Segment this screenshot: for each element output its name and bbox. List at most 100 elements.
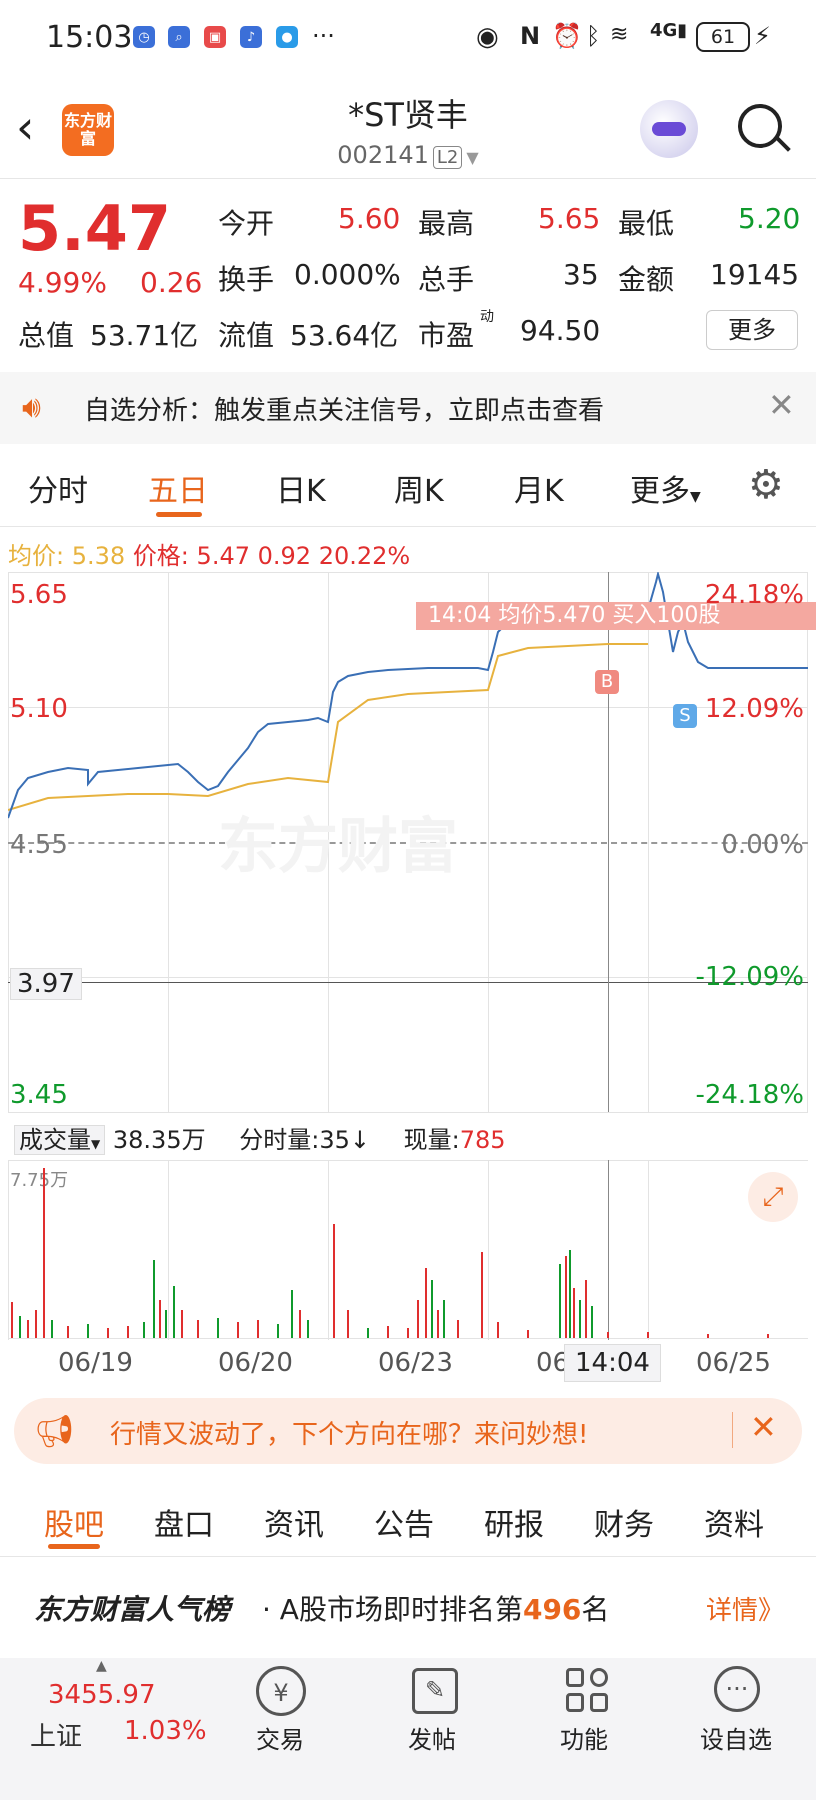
nfc-icon: N (520, 22, 541, 50)
high-value: 5.65 (538, 202, 601, 235)
more-button[interactable]: 更多 (706, 310, 798, 350)
index-change[interactable]: 1.03% (124, 1716, 207, 1746)
avg-value: 5.38 (71, 542, 126, 570)
close-icon[interactable]: ✕ (768, 386, 795, 424)
tab-more-label: 更多 (630, 474, 690, 509)
active-tab-indicator (156, 512, 202, 517)
price-label: 价格: (132, 542, 189, 570)
volume-total: 38.35万 (112, 1126, 206, 1154)
x-label-1: 06/19 (58, 1348, 133, 1378)
low-label: 最低 (618, 207, 675, 240)
now-volume: 785 (459, 1126, 506, 1154)
nav-functions[interactable]: 功能 (560, 1720, 608, 1755)
volume-bars (11, 1168, 769, 1338)
promo-banner[interactable]: 📢︎ 行情又波动了，下个方向在哪？来问妙想! ✕ (14, 1398, 802, 1464)
notify-text: 自选分析：触发重点关注信号，立即点击查看 (84, 396, 605, 426)
search-app-icon: ⌕ (168, 26, 190, 48)
y-right-4: -12.09% (695, 962, 804, 992)
y-right-3: 0.00% (721, 830, 804, 860)
y-left-5: 3.45 (10, 1080, 68, 1110)
nav-trade[interactable]: 交易 (256, 1720, 304, 1755)
battery-icon: 61 (696, 22, 750, 52)
popularity-rank[interactable]: 东方财富人气榜 · A股市场即时排名第496名 详情》 (0, 1556, 816, 1656)
y-left-2: 5.10 (10, 694, 68, 724)
index-name[interactable]: 上证 (30, 1716, 82, 1753)
rank-suffix: 名 (581, 1593, 610, 1626)
audio-app-icon: ♪ (240, 26, 262, 48)
alarm-icon: ⏰ (552, 22, 582, 50)
promo-divider (732, 1412, 733, 1448)
sell-marker[interactable]: S (673, 704, 697, 728)
float-cap: 53.64亿 (290, 319, 399, 352)
x-label-3: 06/23 (378, 1348, 453, 1378)
gear-icon[interactable]: ⚙ (748, 462, 784, 508)
pe-sup: 动 (480, 309, 494, 325)
tab-monthly-k[interactable]: 月K (514, 466, 564, 510)
turnover-label: 换手 (218, 263, 275, 296)
amount-label: 金额 (618, 263, 675, 296)
tab-research[interactable]: 研报 (484, 1500, 544, 1544)
wifi-icon: ≋ (610, 22, 629, 47)
rank-detail-link[interactable]: 详情》 (706, 1590, 784, 1627)
more-notifications: ··· (312, 22, 335, 50)
nav-post[interactable]: 发帖 (408, 1720, 456, 1755)
notify-bar[interactable]: 🔊︎ 自选分析：触发重点关注信号，立即点击查看 ✕ (0, 372, 816, 444)
trade-icon[interactable]: ¥ (256, 1666, 306, 1716)
index-value[interactable]: 3455.97 (48, 1680, 156, 1710)
tabs-divider (0, 526, 816, 527)
chevron-down-icon: ▼ (466, 148, 479, 167)
volume-label: 总手 (418, 263, 475, 296)
turnover-value: 0.000% (294, 258, 401, 291)
volume-type-label: 成交量 (19, 1126, 91, 1154)
change-pct: 4.99% (18, 266, 107, 299)
close-icon[interactable]: ✕ (750, 1408, 777, 1446)
high-label: 最高 (418, 207, 475, 240)
volume-header: 成交量▼ 38.35万 分时量:35↓ 现量:785 (14, 1120, 506, 1155)
amount-value: 19145 (710, 258, 800, 291)
rank-number: 496 (522, 1593, 582, 1626)
chat-app-icon: ● (276, 26, 298, 48)
avg-label: 均价: (8, 542, 65, 570)
tab-announcements[interactable]: 公告 (374, 1500, 434, 1544)
tab-news[interactable]: 资讯 (264, 1500, 324, 1544)
bottom-nav: ▲ 3455.97 上证 1.03% ¥ 交易 ✎ 发帖 功能 ··· 设自选 (0, 1658, 816, 1800)
apps-icon[interactable] (566, 1668, 610, 1712)
assistant-robot-icon[interactable] (640, 100, 698, 158)
price-chart[interactable]: 东方财富 14:04 均价5.470 买入100股 B S (8, 572, 816, 1114)
tick-volume: 分时量:35↓ (239, 1126, 370, 1154)
stock-code-row[interactable]: 002141 L2 ▼ (0, 141, 816, 169)
tab-more[interactable]: 更多▼ (630, 466, 701, 510)
nav-add-watchlist[interactable]: 设自选 (700, 1720, 772, 1755)
tab-profile[interactable]: 资料 (704, 1500, 764, 1544)
search-icon[interactable] (738, 104, 782, 148)
tab-weekly-k[interactable]: 周K (394, 466, 444, 510)
low-value: 5.20 (738, 202, 801, 235)
tab-daily-k[interactable]: 日K (276, 466, 326, 510)
tab-financials[interactable]: 财务 (594, 1500, 654, 1544)
more-circle-icon[interactable]: ··· (714, 1666, 760, 1712)
stock-code: 002141 (337, 141, 429, 169)
tab-five-day[interactable]: 五日 (148, 466, 208, 510)
price-lines (8, 572, 808, 819)
open-label: 今开 (218, 207, 275, 240)
compose-icon[interactable]: ✎ (412, 1668, 458, 1714)
volume-chart[interactable]: 7.75万 ⤢ (8, 1160, 808, 1340)
promo-text: 行情又波动了，下个方向在哪？来问妙想! (110, 1420, 589, 1450)
y-right-1: 24.18% (704, 580, 804, 610)
speaker-icon: 🔊︎ (22, 390, 41, 425)
tab-intraday[interactable]: 分时 (28, 466, 88, 510)
expand-icon[interactable]: ⤢ (748, 1172, 798, 1222)
status-bar: 15:03 ◷ ⌕ ▣ ♪ ● ··· ◉ N ⏰ ᛒ ≋ 4G▮ 61 ⚡ (0, 0, 816, 78)
level-badge: L2 (432, 146, 463, 169)
rank-text: · A股市场即时排名第496名 (262, 1588, 609, 1628)
volume-type-select[interactable]: 成交量▼ (14, 1125, 106, 1155)
tab-orderbook[interactable]: 盘口 (154, 1500, 214, 1544)
rank-brand: 东方财富人气榜 (34, 1593, 231, 1626)
x-label-2: 06/20 (218, 1348, 293, 1378)
tab-forum[interactable]: 股吧 (44, 1500, 104, 1544)
buy-marker[interactable]: B (595, 670, 619, 694)
pe-value: 94.50 (520, 314, 601, 347)
volume-value: 35 (563, 258, 599, 291)
total-cap-label: 总值 (18, 319, 75, 352)
price-change-pct: 20.22% (318, 542, 411, 570)
